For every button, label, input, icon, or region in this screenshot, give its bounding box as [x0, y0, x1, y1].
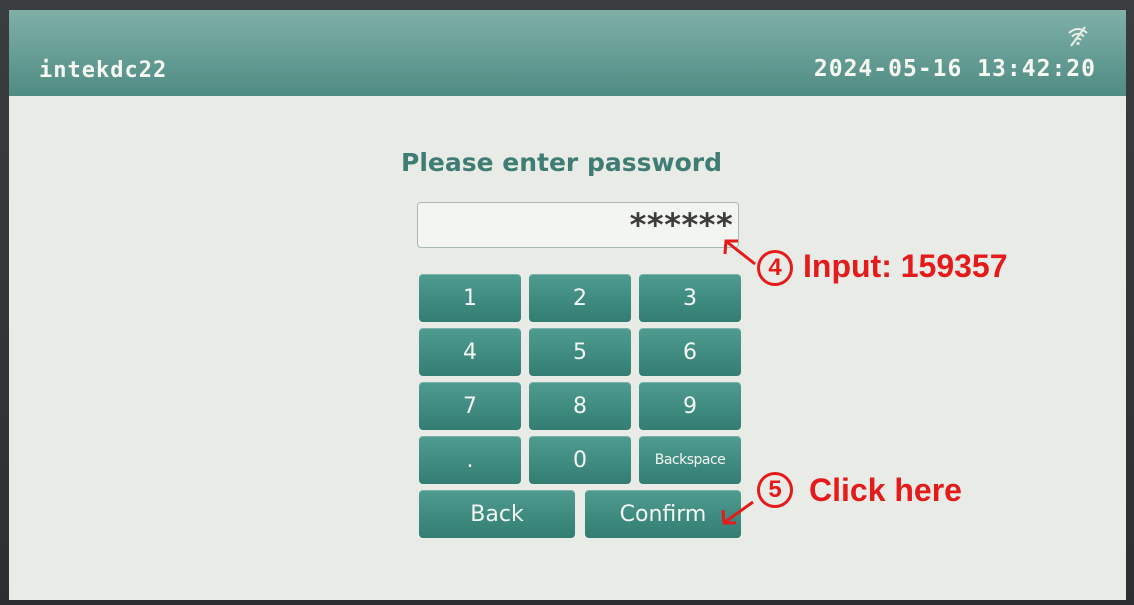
device-name: intekdc22	[39, 58, 168, 83]
key-8[interactable]: 8	[529, 382, 631, 430]
back-button[interactable]: Back	[419, 490, 575, 538]
key-3[interactable]: 3	[639, 274, 741, 322]
hmi-screen: intekdc22 2024-05-16 13:42:20 Please ent…	[9, 10, 1126, 600]
key-4[interactable]: 4	[419, 328, 521, 376]
annotation-arrow-5-icon	[721, 500, 754, 525]
wifi-off-icon	[1068, 26, 1088, 47]
key-dot[interactable]: .	[419, 436, 521, 484]
step-5-instruction: Click here	[809, 472, 962, 508]
key-9[interactable]: 9	[639, 382, 741, 430]
annotation-arrow-4-icon	[723, 239, 756, 266]
step-4-badge: 4	[757, 250, 793, 286]
title-bar: intekdc22 2024-05-16 13:42:20	[9, 10, 1126, 96]
password-field[interactable]: ******	[417, 202, 739, 248]
key-1[interactable]: 1	[419, 274, 521, 322]
password-value: ******	[628, 206, 734, 244]
key-5[interactable]: 5	[529, 328, 631, 376]
key-0[interactable]: 0	[529, 436, 631, 484]
key-7[interactable]: 7	[419, 382, 521, 430]
password-prompt: Please enter password	[401, 148, 722, 177]
clock: 2024-05-16 13:42:20	[813, 56, 1096, 82]
step-5-badge: 5	[757, 472, 793, 508]
key-2[interactable]: 2	[529, 274, 631, 322]
key-6[interactable]: 6	[639, 328, 741, 376]
confirm-button[interactable]: Confirm	[585, 490, 741, 538]
backspace-button[interactable]: Backspace	[639, 436, 741, 484]
step-4-instruction: Input: 159357	[803, 248, 1008, 284]
